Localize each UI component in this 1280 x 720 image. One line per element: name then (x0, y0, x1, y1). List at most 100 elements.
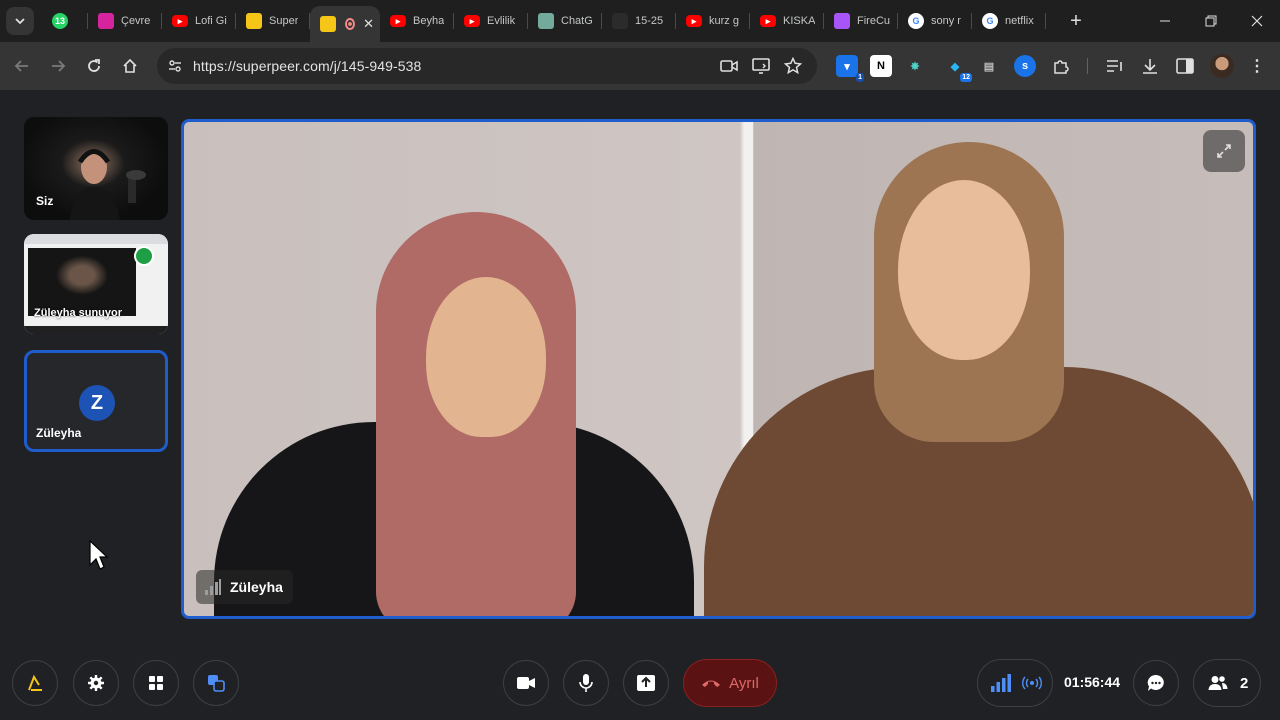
tab-title: Lofi Gi (195, 15, 227, 27)
youtube-icon: ▸ (760, 15, 776, 27)
browser-tab[interactable]: ▸ Lofi Gi (162, 0, 236, 42)
browser-tab[interactable]: Gsony r (898, 0, 972, 42)
media-controls-icon[interactable] (1104, 55, 1126, 77)
app-icon (612, 13, 628, 29)
minimize-button[interactable] (1142, 0, 1188, 42)
meeting-stage: Siz Züleyha sunuyor Z Züleyha Züleyha Ay… (0, 90, 1280, 720)
new-tab-button[interactable]: + (1064, 9, 1088, 33)
profile-avatar[interactable] (1210, 54, 1234, 78)
browser-tab[interactable]: ✕ (310, 6, 380, 42)
camera-in-use-icon[interactable] (719, 56, 739, 76)
browser-tab[interactable]: ▸ Beyha (380, 0, 454, 42)
fullscreen-button[interactable] (1203, 130, 1245, 172)
back-button[interactable] (8, 52, 36, 80)
connection-quality-button[interactable] (977, 659, 1053, 707)
share-screen-icon (637, 675, 655, 691)
download-icon[interactable] (1139, 55, 1161, 77)
forward-button[interactable] (44, 52, 72, 80)
google-icon: G (982, 13, 998, 29)
screenshare-tile[interactable]: Züleyha sunuyor (24, 234, 168, 334)
menu-kebab-icon[interactable]: ⋮ (1246, 55, 1268, 77)
settings-button[interactable] (73, 660, 119, 706)
chevron-down-icon (15, 18, 25, 25)
participant-avatar: Z (79, 385, 115, 421)
reload-button[interactable] (80, 52, 108, 80)
close-icon (1251, 15, 1263, 27)
tab-title: kurz g (709, 15, 739, 27)
extensions-puzzle-icon[interactable] (1050, 55, 1072, 77)
self-video-tile[interactable]: Siz (24, 117, 168, 220)
superpeer-logo-button[interactable] (12, 660, 58, 706)
screenshare-browser-bar (24, 234, 168, 244)
screenshare-video (28, 248, 136, 316)
tab-title: sony r (931, 15, 961, 27)
tab-search-button[interactable] (6, 7, 34, 35)
superpeer-icon (246, 13, 262, 29)
participant-name-label: Züleyha (36, 426, 82, 440)
instagram-icon (98, 13, 114, 29)
participants-button[interactable]: 2 (1193, 659, 1261, 707)
reload-icon (88, 59, 100, 72)
browser-tab[interactable]: FireCu (824, 0, 898, 42)
extension-1-icon[interactable]: ▾ 1 (836, 55, 864, 82)
pip-icon (208, 675, 225, 692)
extension-puzzle-badge-icon[interactable]: ◆ 12 (944, 55, 972, 82)
signal-bars-icon (991, 674, 1011, 692)
layout-button[interactable] (133, 660, 179, 706)
tab-title: FireCu (857, 15, 891, 27)
mouse-cursor (89, 540, 109, 570)
home-icon (123, 58, 137, 73)
chat-button[interactable] (1133, 660, 1179, 706)
arrow-left-icon (14, 60, 28, 72)
broadcast-icon (1022, 676, 1042, 690)
tab-list: 13 Çevre ▸ Lofi Gi Super ✕ ▸ Beyha ▸ Evlilik ChatG… (42, 0, 1046, 42)
chatgpt-icon (538, 13, 554, 29)
arrow-right-icon (52, 60, 66, 72)
browser-tab[interactable]: ▸ kurz g (676, 0, 750, 42)
youtube-icon: ▸ (686, 15, 702, 27)
youtube-icon: ▸ (390, 15, 406, 27)
microphone-toggle-button[interactable] (563, 660, 609, 706)
self-name-label: Siz (36, 194, 54, 208)
browser-tab[interactable]: ▸ KISKA (750, 0, 824, 42)
person-right-face (898, 180, 1030, 360)
site-info-icon[interactable] (165, 56, 185, 76)
side-panel-icon[interactable] (1174, 55, 1196, 77)
share-screen-button[interactable] (623, 660, 669, 706)
screenshare-status-icon (134, 246, 154, 266)
browser-tab[interactable]: 15-25 (602, 0, 676, 42)
browser-tab[interactable]: ChatG (528, 0, 602, 42)
notion-icon[interactable]: N (870, 55, 892, 77)
home-button[interactable] (116, 52, 144, 80)
youtube-icon: ▸ (464, 15, 480, 27)
participant-tile-zuleyha[interactable]: Z Züleyha (24, 350, 168, 452)
cast-icon[interactable] (751, 56, 771, 76)
browser-tab[interactable]: Super (236, 0, 310, 42)
leave-label: Ayrıl (729, 674, 759, 692)
phone-hangup-icon (702, 680, 721, 687)
browser-tab[interactable]: 13 (42, 0, 88, 42)
restore-button[interactable] (1188, 0, 1234, 42)
reader-icon[interactable]: ▤ (978, 55, 1000, 77)
leave-button[interactable]: Ayrıl (683, 659, 777, 707)
google-icon: G (908, 13, 924, 29)
picture-in-picture-button[interactable] (193, 660, 239, 706)
browser-tab[interactable]: ▸ Evlilik (454, 0, 528, 42)
screenshare-caption: Züleyha sunuyor (34, 307, 123, 319)
extension-bug-icon[interactable]: ✸ (904, 55, 926, 77)
close-tab-icon[interactable]: ✕ (363, 16, 374, 32)
camera-toggle-button[interactable] (503, 660, 549, 706)
browser-tab[interactable]: Çevre (88, 0, 162, 42)
tab-title: 15-25 (635, 15, 664, 27)
superpeer-logo-icon (28, 674, 42, 691)
grid-icon (149, 676, 163, 690)
participant-count: 2 (1240, 674, 1249, 692)
address-bar[interactable]: https://superpeer.com/j/145-949-538 (157, 48, 817, 84)
extension-s-icon[interactable]: s (1014, 55, 1036, 77)
close-window-button[interactable] (1234, 0, 1280, 42)
bookmark-star-icon[interactable] (783, 56, 803, 76)
main-video[interactable]: Züleyha (181, 119, 1256, 619)
screenshare-taskbar (24, 326, 168, 334)
browser-tab[interactable]: Gnetflix (972, 0, 1046, 42)
url-text[interactable]: https://superpeer.com/j/145-949-538 (193, 58, 421, 74)
